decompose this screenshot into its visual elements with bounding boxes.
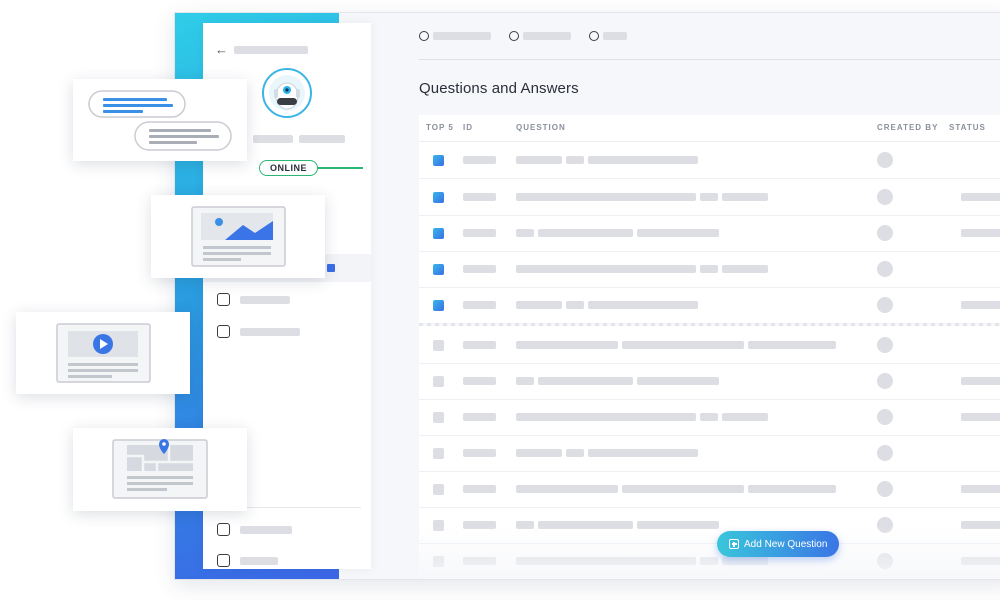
robot-avatar-icon bbox=[269, 75, 305, 111]
top5-marker[interactable] bbox=[433, 192, 444, 203]
table-row[interactable] bbox=[419, 327, 1000, 364]
sidebar-item-bottom-2[interactable] bbox=[217, 554, 278, 567]
table-row[interactable] bbox=[419, 215, 1000, 252]
active-marker bbox=[327, 264, 335, 272]
avatar bbox=[877, 481, 893, 497]
questions-table: TOP 5 ID QUESTION CREATED BY STATUS bbox=[419, 115, 1000, 579]
avatar bbox=[877, 297, 893, 313]
map-pin-icon bbox=[112, 439, 208, 499]
col-created-by[interactable]: CREATED BY bbox=[877, 123, 938, 132]
chat-bubbles-icon bbox=[88, 90, 232, 151]
checkbox-icon bbox=[217, 293, 230, 306]
app-window: ← ONLINE Questions and Answers TOP 5 ID … bbox=[174, 12, 1000, 580]
video-play-icon bbox=[56, 323, 151, 383]
back-arrow-icon[interactable]: ← bbox=[215, 43, 228, 56]
top5-marker[interactable] bbox=[433, 155, 444, 166]
table-row[interactable] bbox=[419, 251, 1000, 288]
sidebar-item-bottom-1[interactable] bbox=[217, 523, 292, 536]
sidebar-item-5[interactable] bbox=[217, 325, 300, 338]
table-row[interactable] bbox=[419, 142, 1000, 179]
table-row[interactable] bbox=[419, 287, 1000, 324]
avatar bbox=[877, 409, 893, 425]
table-row[interactable] bbox=[419, 363, 1000, 400]
top5-marker[interactable] bbox=[433, 484, 444, 495]
plus-icon bbox=[729, 539, 739, 549]
top5-marker[interactable] bbox=[433, 412, 444, 423]
tab-3[interactable] bbox=[589, 31, 627, 41]
map-card[interactable] bbox=[73, 428, 247, 511]
radio-icon bbox=[419, 31, 429, 41]
checkbox-icon bbox=[217, 325, 230, 338]
back-row[interactable]: ← bbox=[215, 43, 308, 56]
table-fade bbox=[419, 525, 1000, 579]
top5-marker[interactable] bbox=[433, 300, 444, 311]
table-header: TOP 5 ID QUESTION CREATED BY STATUS bbox=[419, 115, 1000, 142]
table-row[interactable] bbox=[419, 399, 1000, 436]
col-top5[interactable]: TOP 5 bbox=[426, 123, 454, 132]
col-status[interactable]: STATUS bbox=[949, 123, 986, 132]
avatar bbox=[877, 337, 893, 353]
sidebar-item-4[interactable] bbox=[217, 293, 290, 306]
top5-marker[interactable] bbox=[433, 264, 444, 275]
bot-avatar bbox=[262, 68, 312, 118]
avatar bbox=[877, 225, 893, 241]
avatar bbox=[877, 261, 893, 277]
top5-marker[interactable] bbox=[433, 228, 444, 239]
avatar bbox=[877, 445, 893, 461]
radio-icon bbox=[589, 31, 599, 41]
add-new-question-button[interactable]: Add New Question bbox=[717, 531, 840, 557]
col-id[interactable]: ID bbox=[463, 123, 473, 132]
table-row[interactable] bbox=[419, 435, 1000, 472]
back-label-placeholder bbox=[234, 45, 308, 54]
checkbox-icon bbox=[217, 554, 230, 567]
image-icon bbox=[191, 206, 286, 267]
chat-card[interactable] bbox=[73, 79, 247, 161]
image-card[interactable] bbox=[151, 195, 325, 278]
top5-marker[interactable] bbox=[433, 376, 444, 387]
top5-separator bbox=[419, 323, 1000, 326]
avatar bbox=[877, 189, 893, 205]
avatar bbox=[877, 373, 893, 389]
page-title: Questions and Answers bbox=[419, 80, 579, 97]
table-row[interactable] bbox=[419, 179, 1000, 216]
tab-1[interactable] bbox=[419, 31, 491, 41]
col-question[interactable]: QUESTION bbox=[516, 123, 566, 132]
top5-marker[interactable] bbox=[433, 448, 444, 459]
add-button-label: Add New Question bbox=[744, 538, 828, 550]
tab-2[interactable] bbox=[509, 31, 571, 41]
tab-bar bbox=[419, 31, 627, 41]
video-card[interactable] bbox=[16, 312, 190, 394]
table-row[interactable] bbox=[419, 471, 1000, 508]
top5-marker[interactable] bbox=[433, 340, 444, 351]
avatar bbox=[877, 152, 893, 168]
checkbox-icon bbox=[217, 523, 230, 536]
radio-icon bbox=[509, 31, 519, 41]
tabs-underline bbox=[419, 59, 1000, 60]
status-badge: ONLINE bbox=[259, 160, 319, 176]
